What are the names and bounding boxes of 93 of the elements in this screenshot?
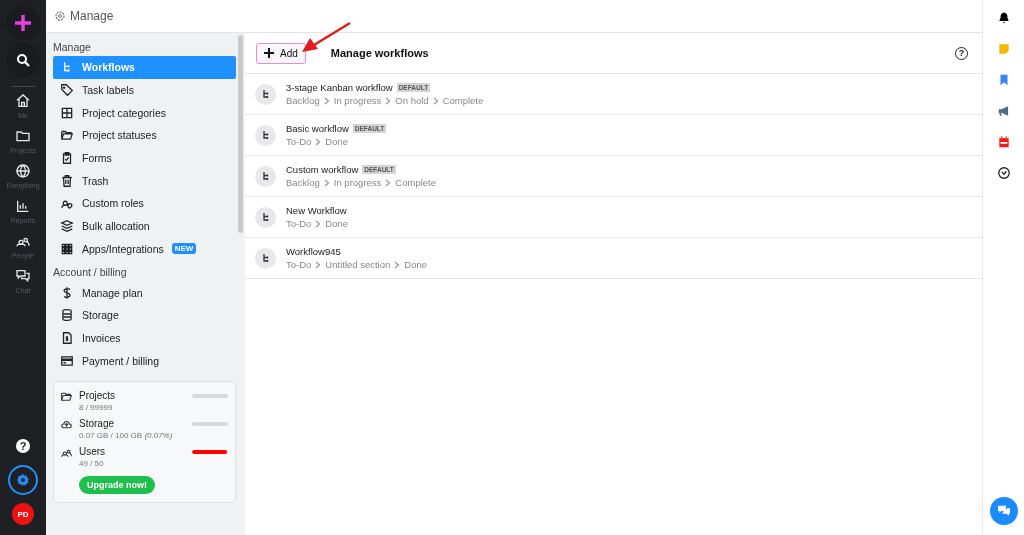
new-badge: NEW <box>171 243 197 255</box>
stage-label: Done <box>404 259 427 270</box>
tag-icon <box>60 83 74 98</box>
chevron-icon <box>432 96 439 105</box>
settings-icon <box>16 473 30 487</box>
scrollbar[interactable] <box>238 35 243 233</box>
megaphone-icon[interactable] <box>996 104 1011 118</box>
sidebar-item[interactable]: Task labels <box>53 78 236 102</box>
usage-bar <box>192 393 228 398</box>
add-button[interactable]: Add <box>256 42 306 64</box>
plus-icon <box>14 14 32 32</box>
folder-icon <box>15 128 31 144</box>
sidebar-item[interactable]: Forms <box>53 146 236 170</box>
section-heading: Account / billing <box>53 265 128 281</box>
sidebar-item[interactable]: Invoices <box>53 326 236 350</box>
sidebar-item[interactable]: Storage <box>53 303 236 327</box>
usage-detail: 49 / 50 <box>79 458 105 468</box>
chevron-icon <box>385 96 392 105</box>
usage-label: Users <box>79 445 107 457</box>
chevron-icon <box>323 178 330 187</box>
stage-label: To-Do <box>286 259 312 270</box>
section-title: Manage workflows <box>330 47 430 59</box>
sidebar-item[interactable]: Trash <box>53 169 236 193</box>
stage-label: Backlog <box>286 177 320 188</box>
chat-button[interactable] <box>990 497 1018 525</box>
help-button[interactable]: ? <box>16 439 30 453</box>
stage-label: Complete <box>442 95 484 106</box>
folder-icon <box>60 128 74 143</box>
stage-label: In progress <box>333 177 382 188</box>
stage-label: Complete <box>395 177 436 188</box>
page-title: Manage <box>70 9 114 23</box>
calendar-icon[interactable] <box>996 135 1011 149</box>
section-heading: Manage <box>53 40 92 55</box>
sidebar-item[interactable]: Custom roles <box>53 192 236 215</box>
stage-label: To-Do <box>286 136 312 147</box>
plus-icon <box>264 48 274 58</box>
layers-icon <box>60 219 74 234</box>
dollar-icon <box>60 285 74 300</box>
usage-bar <box>192 449 228 454</box>
workflow-name: 3-stage Kanban workflow <box>286 82 393 93</box>
workflow-icon <box>255 165 276 187</box>
workflow-name: Basic workflow <box>286 123 349 134</box>
workflow-row[interactable]: New Workflow To-Do Done <box>245 197 982 238</box>
sidebar-item[interactable]: Project statuses <box>53 124 236 147</box>
usage-label: Storage <box>79 417 116 429</box>
user-avatar[interactable]: PD <box>12 503 34 525</box>
usage-label: Projects <box>79 389 117 401</box>
workflow-icon <box>255 124 276 146</box>
invoice-icon <box>60 330 74 345</box>
chart-icon <box>15 198 31 214</box>
chevron-icon <box>394 260 401 269</box>
db-icon <box>60 308 74 323</box>
grid-icon <box>60 105 74 120</box>
card-icon <box>60 353 74 368</box>
stage-label: To-Do <box>286 218 312 229</box>
settings-button[interactable] <box>8 465 38 495</box>
usage-bar <box>192 421 228 426</box>
create-button[interactable] <box>6 6 40 40</box>
sidebar-item[interactable]: Payment / billing <box>53 349 236 372</box>
stage-label: Done <box>325 136 349 147</box>
trash-icon <box>60 173 74 188</box>
globe-icon <box>15 163 31 179</box>
chat-icon <box>15 268 31 284</box>
chevron-icon <box>315 260 322 269</box>
workflow-name: Workflow945 <box>286 246 341 257</box>
stage-label: In progress <box>333 95 382 106</box>
sidebar-item[interactable]: Manage plan <box>53 281 236 304</box>
chevron-icon <box>315 219 322 228</box>
apps-icon <box>60 241 74 256</box>
workflow-icon <box>255 247 276 269</box>
workflow-name: New Workflow <box>286 205 347 216</box>
workflow-icon <box>255 206 276 228</box>
clipboard-icon <box>60 151 74 166</box>
sidebar-item[interactable]: Project categories <box>53 101 236 125</box>
home-icon <box>15 93 31 109</box>
stage-label: On hold <box>395 95 429 106</box>
search-icon <box>16 53 30 67</box>
sidebar-item[interactable]: Apps/Integrations NEW <box>53 237 236 261</box>
stage-label: Done <box>325 218 349 229</box>
stage-label: Untitled section <box>325 259 391 270</box>
chevron-icon <box>385 178 392 187</box>
sidebar-item[interactable]: Bulk allocation <box>53 214 236 238</box>
chevron-icon <box>323 96 330 105</box>
workflow-row[interactable]: Workflow945 To-Do Untitled section Done <box>245 238 982 279</box>
workflow-name: Custom workflow <box>286 164 359 175</box>
stage-label: Backlog <box>286 95 320 106</box>
chevron-icon <box>315 137 322 146</box>
search-button[interactable] <box>6 43 40 77</box>
workflow-icon <box>255 83 276 105</box>
usage-detail: 8 / 99999 <box>79 402 114 412</box>
bell-icon[interactable] <box>996 11 1011 25</box>
settings-icon <box>54 10 66 22</box>
usage-detail: 0.07 GB / 100 GB (0.07%) <box>79 430 174 440</box>
